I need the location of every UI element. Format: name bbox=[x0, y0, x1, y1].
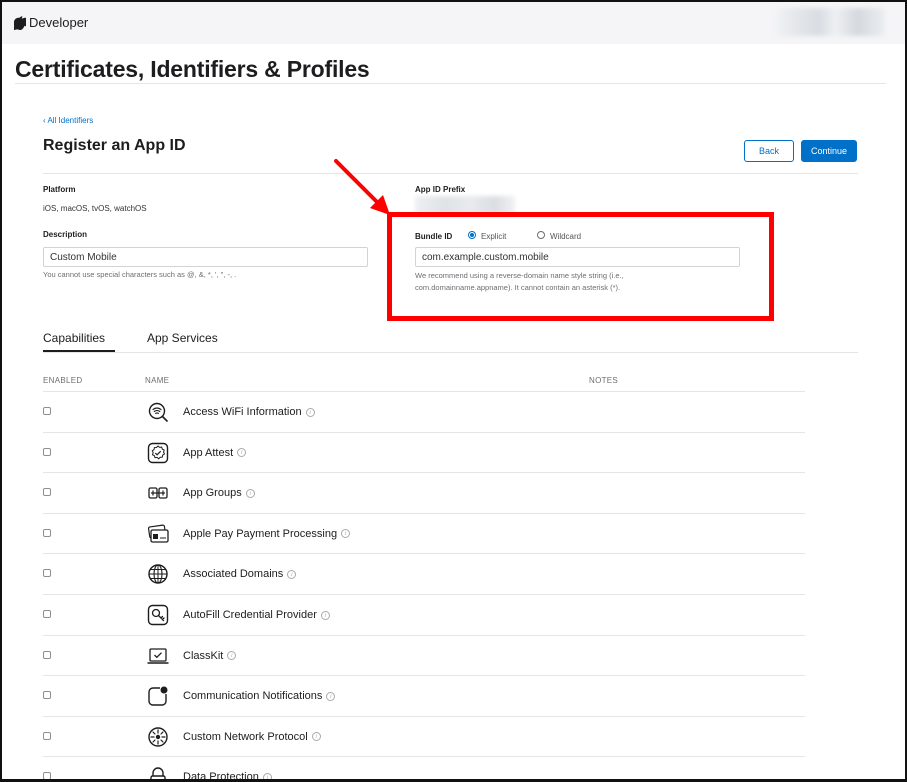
classkit-icon bbox=[147, 645, 169, 667]
capability-row-app-groups: App Groups i bbox=[43, 472, 805, 513]
capability-name: App Groups i bbox=[183, 487, 255, 499]
capability-checkbox[interactable] bbox=[43, 650, 51, 659]
notification-icon bbox=[147, 685, 169, 707]
info-icon[interactable]: i bbox=[245, 488, 255, 498]
capability-checkbox[interactable] bbox=[43, 772, 51, 779]
capability-label: Custom Network Protocol bbox=[183, 730, 308, 743]
capability-name: Custom Network Protocol i bbox=[183, 731, 321, 743]
capability-name: Apple Pay Payment Processing i bbox=[183, 527, 351, 540]
capability-checkbox[interactable] bbox=[43, 731, 51, 740]
info-icon[interactable]: i bbox=[237, 448, 247, 458]
column-header-enabled: ENABLED bbox=[43, 376, 83, 385]
capability-label: Access WiFi Information bbox=[183, 406, 302, 418]
explicit-radio-label: Explicit bbox=[481, 232, 507, 241]
capabilities-list: Access WiFi Information i App Attest i App… bbox=[43, 391, 805, 782]
divider bbox=[43, 173, 858, 174]
capability-name: AutoFill Credential Provider i bbox=[183, 609, 330, 621]
tab-capabilities[interactable]: Capabilities bbox=[43, 331, 105, 345]
annotation-arrow-icon bbox=[334, 159, 390, 215]
back-button[interactable]: Back bbox=[744, 140, 794, 162]
lock-icon bbox=[147, 766, 169, 779]
capability-row-apple-pay: Apple Pay Payment Processing i bbox=[43, 512, 805, 554]
bundle-id-hint-line-2: com.domainname.appname). It cannot conta… bbox=[415, 283, 621, 292]
info-icon[interactable]: i bbox=[287, 569, 297, 579]
apple-logo-icon bbox=[14, 15, 26, 30]
capability-checkbox[interactable] bbox=[43, 569, 51, 578]
platform-label: Platform bbox=[43, 185, 76, 194]
capability-name: ClassKit i bbox=[183, 649, 237, 662]
info-icon[interactable]: i bbox=[311, 732, 321, 742]
column-header-name: NAME bbox=[145, 376, 170, 385]
capability-label: App Groups bbox=[183, 487, 242, 500]
capability-name: Communication Notifications i bbox=[183, 690, 336, 703]
capability-label: Associated Domains bbox=[183, 568, 284, 581]
capability-name: Data Protection i bbox=[183, 771, 272, 782]
explicit-radio[interactable] bbox=[468, 231, 476, 239]
active-tab-indicator bbox=[43, 350, 115, 352]
globe-icon bbox=[147, 563, 169, 585]
tab-app-services[interactable]: App Services bbox=[147, 331, 218, 345]
divider bbox=[15, 83, 886, 84]
apple-pay-icon bbox=[147, 523, 169, 545]
bundle-id-hint-line-1: We recommend using a reverse-domain name… bbox=[415, 271, 624, 280]
app-groups-icon bbox=[147, 482, 169, 504]
info-icon[interactable]: i bbox=[305, 407, 315, 417]
capability-name: App Attest i bbox=[183, 446, 247, 459]
capability-row-autofill: AutoFill Credential Provider i bbox=[43, 593, 805, 635]
page-title: Certificates, Identifiers & Profiles bbox=[15, 56, 370, 82]
info-icon[interactable]: i bbox=[326, 691, 336, 701]
brand-label: Developer bbox=[29, 15, 89, 30]
capability-label: ClassKit bbox=[183, 649, 224, 662]
capability-checkbox[interactable] bbox=[43, 528, 51, 537]
capability-row-app-attest: App Attest i bbox=[43, 431, 805, 473]
capability-checkbox[interactable] bbox=[43, 691, 51, 700]
account-area-redacted[interactable] bbox=[775, 8, 885, 36]
capability-row-custom-network-protocol: Custom Network Protocol i bbox=[43, 715, 805, 757]
bundle-id-label: Bundle ID bbox=[415, 232, 453, 241]
all-identifiers-link[interactable]: ‹ All Identifiers bbox=[43, 116, 93, 125]
capability-label: Communication Notifications bbox=[183, 690, 323, 703]
info-icon[interactable]: i bbox=[262, 772, 272, 779]
capability-checkbox[interactable] bbox=[43, 488, 51, 497]
app-attest-icon bbox=[147, 442, 169, 464]
developer-brand[interactable]: Developer bbox=[14, 15, 88, 30]
capability-label: Data Protection bbox=[183, 771, 259, 782]
capability-row-classkit: ClassKit i bbox=[43, 634, 805, 676]
info-icon[interactable]: i bbox=[341, 529, 351, 539]
top-nav-bar: Developer bbox=[2, 2, 905, 44]
capability-label: AutoFill Credential Provider bbox=[183, 608, 317, 621]
capability-label: Apple Pay Payment Processing bbox=[183, 527, 338, 540]
capability-checkbox[interactable] bbox=[43, 609, 51, 618]
description-label: Description bbox=[43, 230, 88, 239]
capability-name: Associated Domains i bbox=[183, 568, 297, 581]
platform-value: iOS, macOS, tvOS, watchOS bbox=[43, 204, 147, 213]
wifi-info-icon bbox=[147, 401, 169, 423]
info-icon[interactable]: i bbox=[320, 610, 330, 620]
column-header-notes: NOTES bbox=[589, 376, 619, 385]
key-icon bbox=[147, 604, 169, 626]
capability-name: Access WiFi Information i bbox=[183, 406, 315, 418]
section-title: Register an App ID bbox=[43, 137, 186, 154]
capability-label: App Attest bbox=[183, 446, 234, 459]
capability-row-data-protection: Data Protection i bbox=[43, 756, 805, 782]
browser-frame: Developer Certificates, Identifiers & Pr… bbox=[0, 0, 907, 782]
capability-checkbox[interactable] bbox=[43, 407, 51, 415]
network-protocol-icon bbox=[147, 726, 169, 748]
wildcard-radio-label: Wildcard bbox=[550, 232, 582, 241]
app-id-prefix-value-redacted bbox=[415, 196, 515, 214]
bundle-id-input[interactable]: com.example.custom.mobile bbox=[415, 247, 740, 267]
description-input[interactable]: Custom Mobile bbox=[43, 247, 368, 267]
app-id-prefix-label: App ID Prefix bbox=[415, 185, 466, 194]
info-icon[interactable]: i bbox=[227, 651, 237, 661]
divider bbox=[43, 352, 858, 353]
continue-button[interactable]: Continue bbox=[801, 140, 857, 162]
capability-checkbox[interactable] bbox=[43, 447, 51, 456]
capability-row-communication-notifications: Communication Notifications i bbox=[43, 675, 805, 716]
capability-row-associated-domains: Associated Domains i bbox=[43, 553, 805, 594]
capability-row-access-wifi: Access WiFi Information i bbox=[43, 391, 805, 432]
description-hint: You cannot use special characters such a… bbox=[43, 270, 237, 279]
wildcard-radio[interactable] bbox=[537, 231, 545, 239]
